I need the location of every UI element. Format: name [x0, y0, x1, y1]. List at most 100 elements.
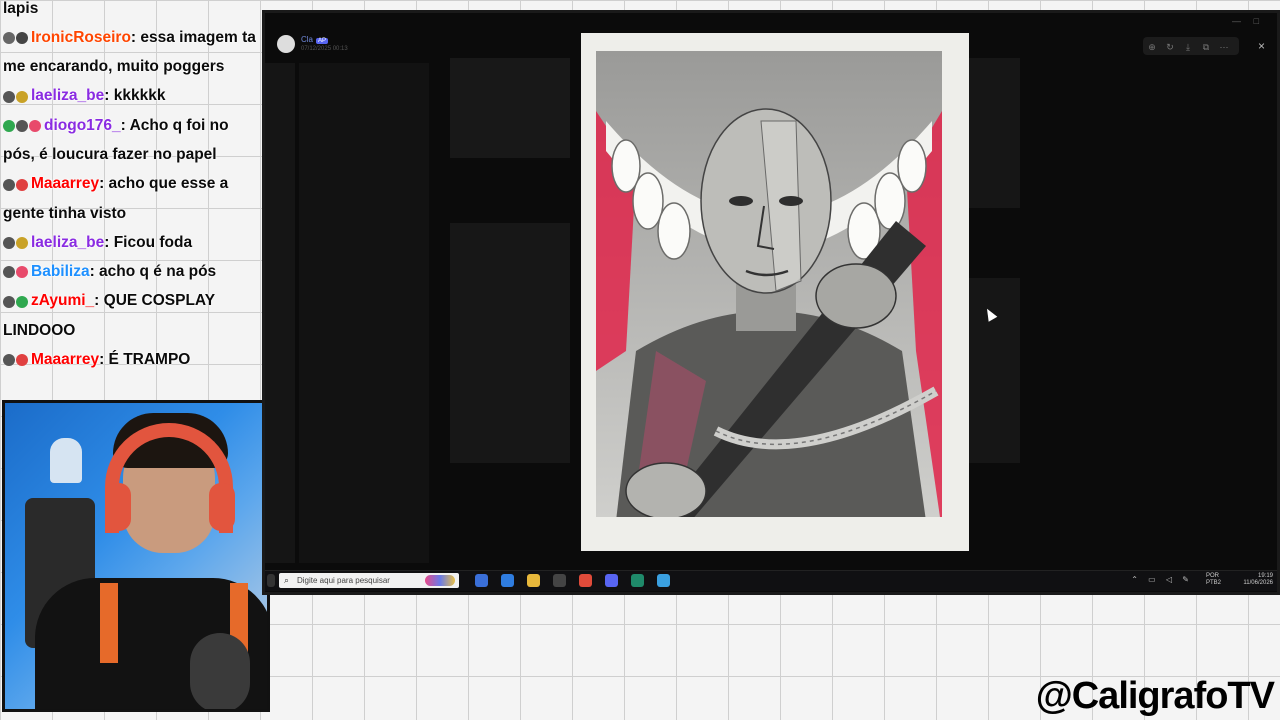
chat-username[interactable]: laeliza_be [31, 234, 104, 251]
bg-image [450, 223, 570, 463]
viewer-tool-icon[interactable]: ⤓ [1179, 38, 1197, 56]
chat-separator: : [99, 175, 109, 193]
chat-message: laeliza_be: kkkkkk [0, 81, 262, 110]
chat-separator: : [104, 87, 114, 105]
terminal-icon[interactable] [631, 574, 644, 587]
bg-image [450, 58, 570, 158]
minimize-icon[interactable]: — [1232, 16, 1241, 26]
badge-icon [29, 120, 41, 133]
viewer-user: Cla AP [301, 35, 329, 44]
channel-watermark: @CaligrafoTV [1035, 675, 1275, 717]
chat-text: acho q é na pós [99, 263, 217, 281]
obs-icon[interactable] [553, 574, 566, 587]
artwork-photo [581, 33, 969, 551]
search-icon: ⌕ [284, 575, 290, 585]
chat-message: laeliza_be: Ficou foda [0, 228, 262, 257]
badge-icon [3, 295, 15, 308]
badge-icon [16, 354, 28, 367]
store-icon[interactable] [501, 574, 514, 587]
chat-message: Babiliza: acho q é na pós [0, 257, 262, 286]
viewer-tool-icon[interactable]: ⋯ [1215, 38, 1233, 56]
chat-username[interactable]: Maaarrey [31, 351, 99, 368]
user-tag: AP [316, 38, 329, 44]
chat-badges [3, 170, 29, 199]
channel-list [299, 63, 429, 563]
viewer-tool-icon[interactable]: ↻ [1161, 38, 1179, 56]
chat-badges [3, 287, 29, 316]
file-explorer-icon[interactable] [475, 574, 488, 587]
chat-message: lapis [0, 0, 262, 23]
bg-image [965, 58, 1020, 208]
chat-text: lapis [3, 0, 39, 17]
search-highlight-icon [425, 575, 455, 586]
chat-badges [3, 345, 29, 374]
chat-text: kkkkkk [113, 87, 166, 105]
avatar [277, 35, 295, 53]
chat-message: Maaarrey: acho que esse a gente tinha vi… [0, 169, 262, 227]
system-tray-icons[interactable]: ⌃ ▭ ◁ ✎ [1131, 575, 1193, 584]
start-icon[interactable] [267, 574, 275, 587]
chat-message: IronicRoseiro: essa imagem ta me encaran… [0, 23, 262, 81]
badge-icon [16, 90, 28, 103]
artwork-drawing [596, 51, 942, 517]
badge-icon [16, 295, 28, 308]
headphone-ear-right [209, 483, 235, 531]
badge-icon [3, 354, 15, 367]
bg-image [965, 278, 1020, 463]
windows-taskbar: ⌕ Digite aqui para pesquisar ⌃ ▭ ◁ ✎ POR… [265, 570, 1277, 591]
refresh-icon[interactable] [657, 574, 670, 587]
folder-icon[interactable] [527, 574, 540, 587]
chat-badges [3, 82, 29, 111]
chat-username[interactable]: zAyumi_ [31, 292, 94, 309]
webcam-feed [2, 400, 270, 712]
chat-overlay: lapis IronicRoseiro: essa imagem ta me en… [0, 0, 262, 374]
viewer-date: 07/12/2025 00:13 [301, 46, 348, 52]
chrome-icon[interactable] [579, 574, 592, 587]
chat-message: diogo176_: Acho q foi no pós, é loucura … [0, 111, 262, 169]
chat-separator: : [120, 116, 130, 134]
chat-badges [3, 257, 29, 286]
badge-icon [3, 266, 15, 279]
badge-icon [3, 90, 15, 103]
shelf-figure [50, 438, 82, 483]
badge-icon [16, 120, 28, 133]
chat-separator: : [89, 263, 100, 281]
viewer-toolbar: ⊕ ↻ ⤓ ⧉ ⋯ [1143, 37, 1239, 55]
chat-username[interactable]: Babiliza [31, 263, 90, 280]
server-list [265, 63, 295, 563]
screen-capture: — □ ClaAP 07/12/2025 00:13 ⊕↻⤓⧉⋯ × [262, 10, 1280, 595]
badge-icon [3, 32, 15, 45]
chat-username[interactable]: diogo176_ [44, 117, 121, 134]
badge-icon [3, 236, 15, 249]
badge-icon [16, 178, 28, 191]
chat-username[interactable]: Maaarrey [31, 175, 99, 192]
chat-username[interactable]: laeliza_be [31, 87, 104, 104]
language-indicator[interactable]: POR PTB2 [1206, 573, 1221, 587]
badge-icon [3, 120, 15, 133]
artwork-paper [596, 51, 942, 517]
chat-text: É TRAMPO [108, 350, 191, 368]
chat-separator: : [130, 29, 141, 46]
close-icon[interactable]: × [1258, 39, 1265, 53]
badge-icon [16, 266, 28, 279]
viewer-tool-icon[interactable]: ⊕ [1143, 38, 1161, 56]
clock[interactable]: 19:19 11/06/2026 [1243, 573, 1273, 587]
chat-message: Maaarrey: É TRAMPO [0, 345, 262, 374]
viewer-tool-icon[interactable]: ⧉ [1197, 38, 1215, 56]
badge-icon [3, 178, 15, 191]
badge-icon [16, 236, 28, 249]
shirt-stripe [100, 583, 118, 663]
chat-username[interactable]: IronicRoseiro [31, 29, 131, 46]
discord-icon[interactable] [605, 574, 618, 587]
maximize-icon[interactable]: □ [1254, 16, 1259, 26]
chat-badges [3, 228, 29, 257]
headphone-ear-left [105, 483, 131, 531]
chat-badges [3, 111, 42, 140]
search-placeholder: Digite aqui para pesquisar [297, 576, 390, 585]
microphone [190, 633, 250, 709]
chat-message: zAyumi_: QUE COSPLAY LINDOOO [0, 286, 262, 344]
chat-badges [3, 23, 29, 52]
chat-separator: : [104, 233, 114, 251]
chat-separator: : [94, 292, 104, 310]
chat-text: Ficou foda [113, 233, 193, 251]
